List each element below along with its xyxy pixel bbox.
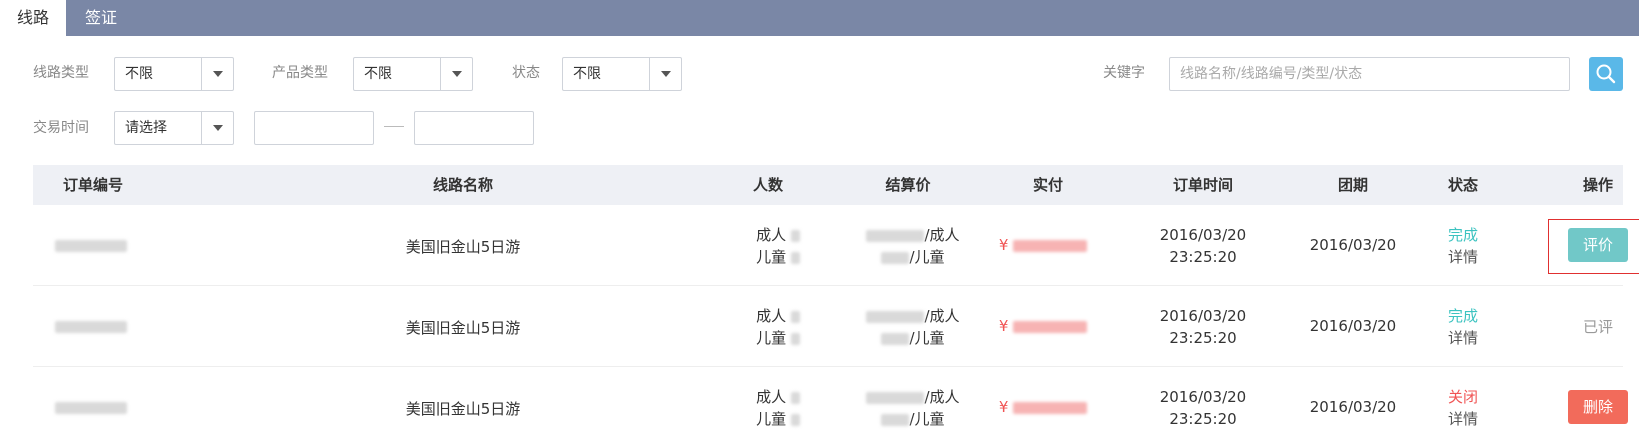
people-count: 成人 儿童 [733,386,823,430]
status-filter-value: 不限 [573,66,601,82]
status-badge: 关闭 [1447,388,1478,406]
trade-time-value: 请选择 [125,120,167,136]
col-settle-price: 结算价 [885,176,931,194]
rate-button[interactable]: 评价 [1568,228,1628,262]
status-badge: 完成 [1447,226,1478,244]
chevron-down-icon[interactable] [201,58,233,90]
table-row: 美国旧金山5日游 成人 儿童 /成人 /儿童 ¥ 2016/03/20 23:2… [33,205,1639,286]
paid-amount: ¥ [988,236,1098,254]
child-price-suffix: /儿童 [909,410,945,428]
order-number [55,398,135,416]
detail-link[interactable]: 详情 [1433,327,1493,349]
child-label: 儿童 [756,329,787,347]
adult-label: 成人 [756,307,787,325]
keyword-search-input[interactable] [1169,57,1570,91]
child-label: 儿童 [756,410,787,428]
date-range-separator [384,126,404,127]
adult-price-suffix: /成人 [924,388,960,406]
order-time-of-day: 23:25:20 [1169,329,1237,347]
currency-symbol: ¥ [998,236,1009,254]
route-type-value: 不限 [125,66,153,82]
adult-price-suffix: /成人 [924,307,960,325]
order-number [55,317,135,335]
paid-amount: ¥ [988,317,1098,335]
paid-amount: ¥ [988,398,1098,416]
settle-price: /成人 /儿童 [833,386,993,430]
order-time-of-day: 23:25:20 [1169,248,1237,266]
keyword-label: 关键字 [1103,65,1145,81]
adult-label: 成人 [756,388,787,406]
search-icon [1596,64,1616,84]
search-button[interactable] [1589,57,1623,91]
chevron-down-icon[interactable] [440,58,472,90]
settle-price: /成人 /儿童 [833,305,993,349]
detail-link[interactable]: 详情 [1433,408,1493,430]
rated-label: 已评 [1582,318,1613,336]
child-price-suffix: /儿童 [909,248,945,266]
col-paid: 实付 [1032,176,1063,194]
col-people: 人数 [752,176,783,194]
detail-link[interactable]: 详情 [1433,246,1493,268]
product-type-select[interactable]: 不限 [353,57,473,91]
delete-button[interactable]: 删除 [1568,390,1628,424]
tour-date: 2016/03/20 [1309,236,1397,254]
route-type-label: 线路类型 [33,65,89,81]
status-filter-label: 状态 [512,65,540,81]
order-date: 2016/03/20 [1159,388,1247,406]
chevron-down-icon[interactable] [649,58,681,90]
table-row: 美国旧金山5日游 成人 儿童 /成人 /儿童 ¥ 2016/03/20 23:2… [33,367,1628,448]
status-cell: 完成 详情 [1433,305,1493,349]
order-time-of-day: 23:25:20 [1169,410,1237,428]
chevron-down-icon[interactable] [201,112,233,144]
route-type-select[interactable]: 不限 [114,57,234,91]
table-row: 美国旧金山5日游 成人 儿童 /成人 /儿童 ¥ 2016/03/20 23:2… [33,286,1623,367]
route-name: 美国旧金山5日游 [405,238,521,256]
order-time: 2016/03/20 23:25:20 [1133,224,1273,268]
start-date-input[interactable] [254,111,374,145]
tab-visa[interactable]: 签证 [66,0,136,36]
currency-symbol: ¥ [998,398,1009,416]
top-tab-bar: 线路 签证 [0,0,1639,36]
people-count: 成人 儿童 [733,224,823,268]
table-header: 订单编号 线路名称 人数 结算价 实付 订单时间 团期 状态 操作 [33,165,1623,205]
col-tour-date: 团期 [1337,176,1368,194]
col-actions: 操作 [1582,176,1613,194]
status-cell: 关闭 详情 [1433,386,1493,430]
trade-time-label: 交易时间 [33,120,89,136]
adult-label: 成人 [756,226,787,244]
child-price-suffix: /儿童 [909,329,945,347]
col-status: 状态 [1447,176,1478,194]
status-cell: 完成 详情 [1433,224,1493,268]
col-order-number: 订单编号 [62,176,123,194]
order-date: 2016/03/20 [1159,307,1247,325]
tour-date: 2016/03/20 [1309,317,1397,335]
order-date: 2016/03/20 [1159,226,1247,244]
end-date-input[interactable] [414,111,534,145]
order-time: 2016/03/20 23:25:20 [1133,305,1273,349]
product-type-value: 不限 [364,66,392,82]
tour-date: 2016/03/20 [1309,398,1397,416]
people-count: 成人 儿童 [733,305,823,349]
status-badge: 完成 [1447,307,1478,325]
child-label: 儿童 [756,248,787,266]
product-type-label: 产品类型 [272,65,328,81]
col-order-time: 订单时间 [1172,176,1233,194]
route-name: 美国旧金山5日游 [405,400,521,418]
currency-symbol: ¥ [998,317,1009,335]
col-route-name: 线路名称 [432,176,493,194]
route-name: 美国旧金山5日游 [405,319,521,337]
trade-time-select[interactable]: 请选择 [114,111,234,145]
tab-route[interactable]: 线路 [0,0,66,36]
adult-price-suffix: /成人 [924,226,960,244]
order-number [55,236,135,254]
order-time: 2016/03/20 23:25:20 [1133,386,1273,430]
status-filter-select[interactable]: 不限 [562,57,682,91]
settle-price: /成人 /儿童 [833,224,993,268]
